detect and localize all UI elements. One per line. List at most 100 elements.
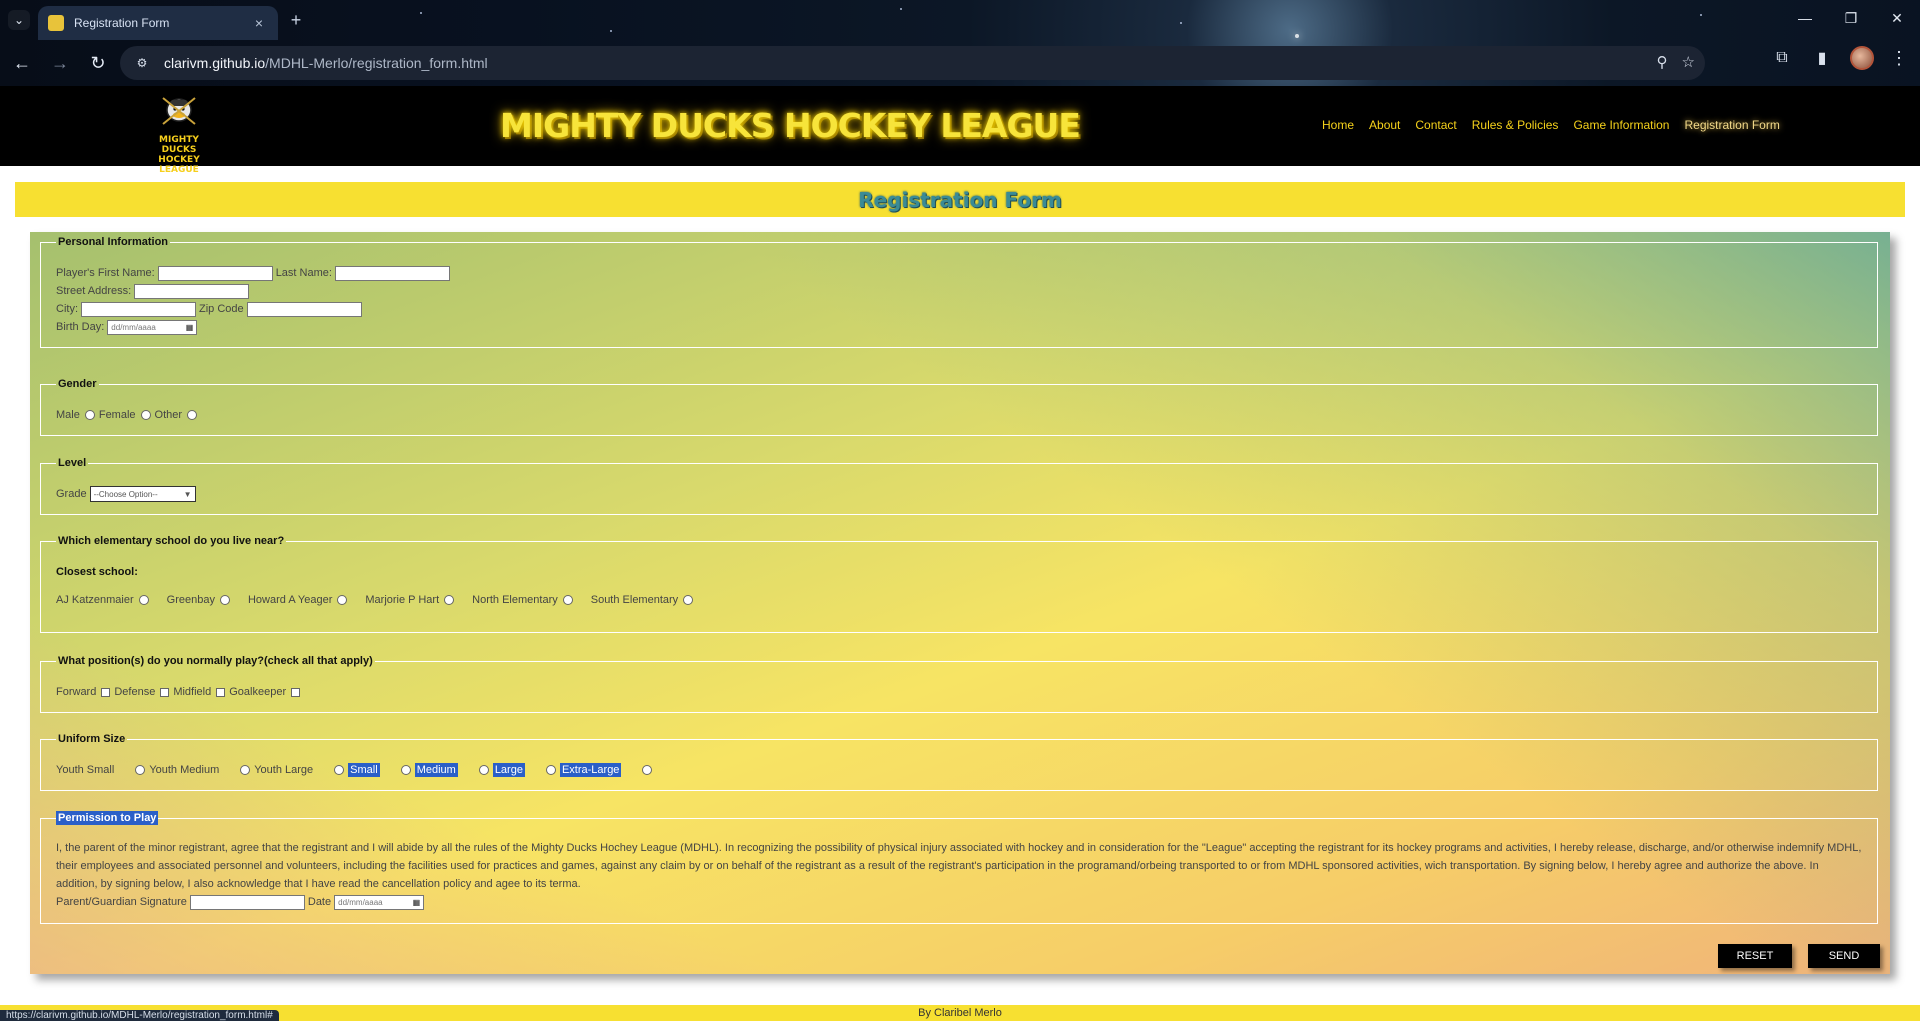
nav-registration-form[interactable]: Registration Form — [1684, 118, 1779, 132]
city-label: City: — [56, 303, 78, 315]
nav-rules-policies[interactable]: Rules & Policies — [1472, 118, 1559, 132]
site-nav: Home About Contact Rules & Policies Game… — [1322, 118, 1780, 132]
minimize-icon[interactable]: — — [1782, 0, 1828, 36]
nav-contact[interactable]: Contact — [1415, 118, 1456, 132]
legend-position: What position(s) do you normally play?(c… — [58, 655, 373, 667]
page-title: Registration Form — [858, 188, 1062, 212]
school-label-katzenmaier: AJ Katzenmaier — [56, 594, 134, 606]
school-label-greenbay: Greenbay — [166, 594, 215, 606]
close-tab-icon[interactable]: × — [250, 15, 268, 31]
school-options: AJ Katzenmaier Greenbay Howard A Yeager … — [56, 591, 1862, 609]
gender-female-label: Female — [98, 409, 136, 421]
school-radio-greenbay[interactable] — [219, 595, 230, 605]
school-radio-hart[interactable] — [444, 595, 455, 605]
zoom-icon[interactable]: ⚲ — [1657, 53, 1668, 71]
city-row: City: Zip Code — [56, 300, 1862, 318]
position-midfield-checkbox[interactable] — [216, 687, 226, 697]
send-button[interactable]: SEND — [1808, 944, 1880, 968]
bookmark-star-icon[interactable]: ☆ — [1682, 53, 1695, 71]
menu-kebab-icon[interactable]: ⋮ — [1890, 48, 1908, 69]
toolbar-right: ⧉ ▮ ⋮ — [1770, 46, 1908, 70]
window-controls: — ❐ ✕ — [1782, 0, 1920, 36]
gender-options: Male Female Other — [56, 406, 1862, 424]
logo-text-line1: MIGHTY DUCKS — [159, 135, 199, 155]
position-goalkeeper-label: Goalkeeper — [229, 686, 287, 698]
uniform-youth-small-label: Youth Small — [56, 764, 115, 776]
position-forward-checkbox[interactable] — [101, 687, 111, 697]
reset-button[interactable]: RESET — [1718, 944, 1792, 968]
address-bar-actions: ⚲ ☆ — [1657, 53, 1695, 71]
closest-school-label: Closest school: — [56, 566, 138, 578]
nav-about[interactable]: About — [1369, 118, 1400, 132]
page-banner: Registration Form — [15, 182, 1905, 217]
legend-level: Level — [58, 457, 87, 469]
uniform-large-radio[interactable] — [545, 765, 556, 775]
gender-male-radio[interactable] — [84, 410, 95, 420]
uniform-youth-large-label: Youth Large — [254, 764, 314, 776]
gender-male-label: Male — [56, 409, 80, 421]
gender-other-radio[interactable] — [187, 410, 198, 420]
extensions-icon[interactable]: ⧉ — [1770, 49, 1794, 67]
last-name-input[interactable] — [334, 265, 450, 281]
uniform-small-radio[interactable] — [400, 765, 411, 775]
tab-search-button[interactable]: ⌄ — [8, 10, 30, 30]
position-defense-checkbox[interactable] — [160, 687, 170, 697]
birthday-date-input[interactable]: dd/mm/aaaa ▦ — [107, 319, 198, 335]
chevron-down-icon: ▼ — [183, 489, 192, 499]
fieldset-school: Which elementary school do you live near… — [40, 535, 1878, 633]
restore-icon[interactable]: ❐ — [1828, 0, 1874, 36]
birthday-date-placeholder: dd/mm/aaaa — [111, 322, 156, 332]
new-tab-button[interactable]: + — [284, 10, 308, 31]
site-settings-icon[interactable]: ⚙ — [132, 53, 152, 73]
uniform-extra-large-radio[interactable] — [642, 765, 653, 775]
side-panel-icon[interactable]: ▮ — [1810, 48, 1834, 68]
signature-row: Parent/Guardian Signature Date dd/mm/aaa… — [56, 893, 1862, 911]
city-input[interactable] — [81, 301, 196, 317]
first-name-label: Player's First Name: — [56, 267, 155, 279]
close-window-icon[interactable]: ✕ — [1874, 0, 1920, 36]
calendar-icon[interactable]: ▦ — [413, 898, 421, 907]
signature-input[interactable] — [189, 894, 305, 910]
uniform-youth-small-radio[interactable] — [135, 765, 146, 775]
forward-arrow-icon[interactable]: → — [44, 47, 76, 79]
school-radio-yeager[interactable] — [337, 595, 348, 605]
fieldset-gender: Gender Male Female Other — [40, 378, 1878, 436]
zip-code-label: Zip Code — [199, 303, 244, 315]
school-radio-katzenmaier[interactable] — [138, 595, 149, 605]
first-name-input[interactable] — [157, 265, 273, 281]
uniform-medium-label: Medium — [414, 763, 458, 777]
url-path: /MDHL-Merlo/registration_form.html — [265, 55, 488, 71]
address-bar[interactable]: ⚙ clarivm.github.io/MDHL-Merlo/registrat… — [120, 46, 1705, 80]
calendar-icon[interactable]: ▦ — [186, 323, 194, 332]
grade-select[interactable]: --Choose Option-- ▼ — [89, 486, 196, 502]
reload-icon[interactable]: ↻ — [82, 47, 114, 79]
permission-date-input[interactable]: dd/mm/aaaa ▦ — [334, 894, 425, 910]
street-row: Street Address: — [56, 282, 1862, 300]
position-defense-label: Defense — [114, 686, 156, 698]
site-header: MIGHTY DUCKS HOCKEY LEAGUE MIGHTY DUCKS … — [0, 86, 1920, 175]
profile-avatar[interactable] — [1850, 46, 1874, 70]
uniform-options: Youth Small Youth Medium Youth Large Sma… — [56, 761, 1862, 779]
school-radio-north[interactable] — [562, 595, 573, 605]
name-row: Player's First Name: Last Name: — [56, 264, 1862, 282]
uniform-youth-large-radio[interactable] — [334, 765, 345, 775]
fieldset-position: What position(s) do you normally play?(c… — [40, 655, 1878, 713]
zip-code-input[interactable] — [246, 301, 362, 317]
tab-bar: ⌄ Registration Form × + — ❐ ✕ — [0, 0, 1920, 40]
league-logo[interactable]: MIGHTY DUCKS HOCKEY LEAGUE — [143, 94, 215, 175]
gender-female-radio[interactable] — [140, 410, 151, 420]
permission-date-label: Date — [307, 896, 332, 908]
uniform-extra-large-label: Extra-Large — [559, 763, 622, 777]
uniform-medium-radio[interactable] — [478, 765, 489, 775]
tab-registration-form[interactable]: Registration Form × — [38, 6, 278, 40]
uniform-youth-medium-radio[interactable] — [240, 765, 251, 775]
legend-uniform-size: Uniform Size — [58, 733, 126, 745]
permission-date-placeholder: dd/mm/aaaa — [338, 897, 383, 907]
back-arrow-icon[interactable]: ← — [6, 47, 38, 79]
browser-chrome: ⌄ Registration Form × + — ❐ ✕ ← → ↻ ⚙ cl… — [0, 0, 1920, 86]
nav-home[interactable]: Home — [1322, 118, 1354, 132]
position-goalkeeper-checkbox[interactable] — [291, 687, 301, 697]
street-address-input[interactable] — [134, 283, 250, 299]
nav-game-information[interactable]: Game Information — [1573, 118, 1669, 132]
school-radio-south[interactable] — [683, 595, 694, 605]
